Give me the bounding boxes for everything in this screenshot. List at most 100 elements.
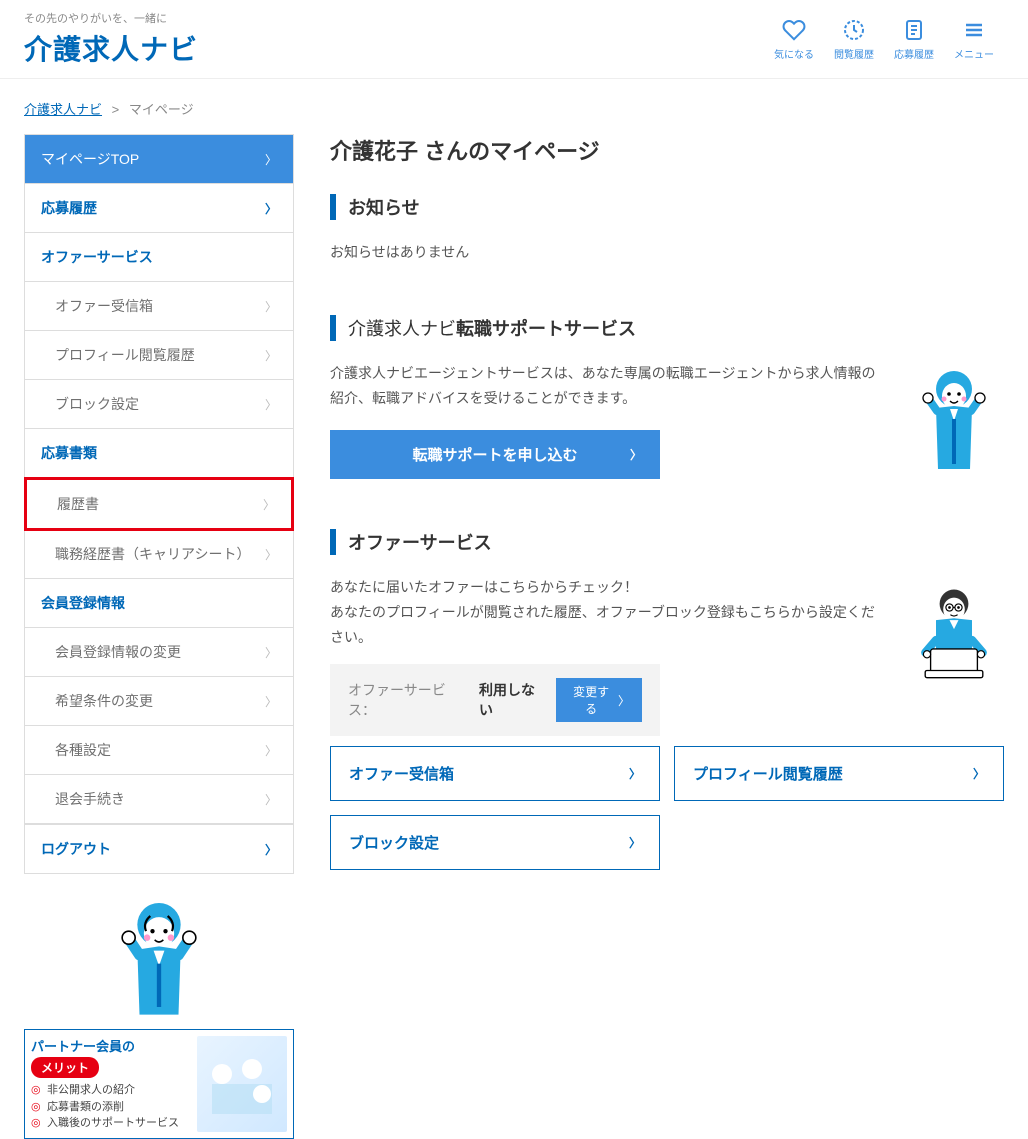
sidebar-item-profile-history[interactable]: プロフィール閲覧履歴 〉 (25, 331, 293, 380)
news-section: お知らせ お知らせはありません (330, 194, 1004, 265)
clock-icon (842, 18, 866, 42)
section-title: 介護求人ナビ転職サポートサービス (348, 315, 636, 341)
offer-desc-2: あなたのプロフィールが閲覧された履歴、オファーブロック登録もこちらから設定くださ… (330, 600, 884, 650)
section-title-bold: 転職サポートサービス (456, 319, 636, 339)
nav-label: メニュー (954, 46, 994, 61)
offer-section: オファーサービス あなたに届いたオファーはこちらからチェック！ あなたのプロフィ… (330, 529, 1004, 871)
menu-icon (962, 18, 986, 42)
sidebar-item-block-settings[interactable]: ブロック設定 〉 (25, 380, 293, 429)
sidebar-label: 各種設定 (55, 740, 111, 760)
nav-applications[interactable]: 応募履歴 (884, 14, 944, 65)
breadcrumb: 介護求人ナビ > マイページ (0, 79, 1028, 134)
sidebar-label: 会員登録情報の変更 (55, 642, 181, 662)
chevron-right-icon: 〉 (265, 841, 277, 858)
nav-history[interactable]: 閲覧履歴 (824, 14, 884, 65)
sidebar-label: 会員登録情報 (41, 593, 125, 613)
chevron-right-icon: 〉 (265, 151, 277, 168)
nav-label: 応募履歴 (894, 46, 934, 61)
logo: 介護求人ナビ (24, 28, 198, 68)
breadcrumb-home[interactable]: 介護求人ナビ (24, 102, 102, 117)
sidebar-label: 応募履歴 (41, 198, 97, 218)
nav-label: 気になる (774, 46, 814, 61)
offer-status-value: 利用しない (479, 680, 546, 720)
woman-cheering-icon (104, 890, 214, 1020)
apply-support-button[interactable]: 転職サポートを申し込む 〉 (330, 430, 660, 479)
sidebar-item-documents[interactable]: 応募書類 (25, 429, 293, 478)
offer-status-box: オファーサービス： 利用しない 変更する 〉 (330, 664, 660, 736)
sidebar-label: オファーサービス (41, 247, 153, 267)
support-illustration (904, 361, 1004, 476)
breadcrumb-separator: > (112, 102, 120, 117)
chevron-right-icon: 〉 (265, 347, 277, 364)
section-bar-icon (330, 315, 336, 341)
change-offer-button[interactable]: 変更する 〉 (556, 678, 642, 722)
link-label: オファー受信箱 (349, 763, 454, 784)
header: その先のやりがいを、一緒に 介護求人ナビ 気になる 閲覧履歴 応募履歴 メニュー (0, 0, 1028, 79)
section-title-light: 介護求人ナビ (348, 319, 456, 339)
section-title: お知らせ (348, 194, 420, 220)
sidebar-item-offer-inbox[interactable]: オファー受信箱 〉 (25, 282, 293, 331)
sidebar-item-withdraw[interactable]: 退会手続き 〉 (25, 775, 293, 824)
section-bar-icon (330, 194, 336, 220)
link-label: ブロック設定 (349, 832, 439, 853)
chevron-right-icon: 〉 (263, 496, 275, 513)
sidebar-item-account-info[interactable]: 会員登録情報 (25, 579, 293, 628)
chevron-right-icon: 〉 (265, 546, 277, 563)
sidebar-label: 履歴書 (57, 494, 99, 514)
button-label: 変更する (568, 683, 614, 717)
sidebar-label: 職務経歴書（キャリアシート） (55, 544, 250, 564)
nav-favorites[interactable]: 気になる (764, 14, 824, 65)
chevron-right-icon: 〉 (629, 834, 641, 851)
block-settings-link[interactable]: ブロック設定 〉 (330, 815, 660, 870)
offer-illustration (904, 575, 1004, 690)
sidebar-item-offer-service[interactable]: オファーサービス (25, 233, 293, 282)
page-title: 介護花子 さんのマイページ (330, 134, 1004, 166)
sidebar-item-career-sheet[interactable]: 職務経歴書（キャリアシート） 〉 (25, 530, 293, 579)
sidebar-label: オファー受信箱 (55, 296, 153, 316)
breadcrumb-current: マイページ (129, 102, 194, 117)
logo-area[interactable]: その先のやりがいを、一緒に 介護求人ナビ (24, 10, 198, 68)
chevron-right-icon: 〉 (265, 742, 277, 759)
chevron-right-icon: 〉 (265, 200, 277, 217)
offer-status-label: オファーサービス： (348, 680, 469, 720)
side-nav: マイページTOP 〉 応募履歴 〉 オファーサービス オファー受信箱 〉 プロフ… (24, 134, 294, 874)
sidebar-item-top[interactable]: マイページTOP 〉 (25, 135, 293, 184)
woman-agent-icon (909, 361, 999, 471)
sidebar-item-logout[interactable]: ログアウト 〉 (25, 824, 293, 873)
section-bar-icon (330, 529, 336, 555)
sidebar-illustration (24, 874, 294, 1025)
sidebar-item-preferences-edit[interactable]: 希望条件の変更 〉 (25, 677, 293, 726)
profile-history-link[interactable]: プロフィール閲覧履歴 〉 (674, 746, 1004, 801)
nav-label: 閲覧履歴 (834, 46, 874, 61)
chevron-right-icon: 〉 (265, 791, 277, 808)
news-empty: お知らせはありません (330, 240, 1004, 265)
partner-image (197, 1036, 287, 1132)
support-desc: 介護求人ナビエージェントサービスは、あなた専属の転職エージェントから求人情報の紹… (330, 361, 884, 411)
chevron-right-icon: 〉 (265, 644, 277, 661)
partner-banner[interactable]: パートナー会員の メリット 非公開求人の紹介 応募書類の添削 入職後のサポートサ… (24, 1029, 294, 1139)
sidebar-label: 応募書類 (41, 443, 97, 463)
chevron-right-icon: 〉 (265, 693, 277, 710)
sidebar-label: マイページTOP (41, 149, 139, 169)
partner-list: 非公開求人の紹介 応募書類の添削 入職後のサポートサービス (31, 1082, 197, 1132)
link-label: プロフィール閲覧履歴 (693, 763, 843, 784)
tagline: その先のやりがいを、一緒に (24, 10, 198, 26)
offer-inbox-link[interactable]: オファー受信箱 〉 (330, 746, 660, 801)
sidebar-item-account-edit[interactable]: 会員登録情報の変更 〉 (25, 628, 293, 677)
sidebar-label: ログアウト (41, 839, 111, 859)
chevron-right-icon: 〉 (973, 765, 985, 782)
partner-list-item: 入職後のサポートサービス (31, 1115, 197, 1132)
chevron-right-icon: 〉 (265, 298, 277, 315)
sidebar-item-settings[interactable]: 各種設定 〉 (25, 726, 293, 775)
nav-menu[interactable]: メニュー (944, 14, 1004, 65)
sidebar-item-applications[interactable]: 応募履歴 〉 (25, 184, 293, 233)
offer-links: オファー受信箱 〉 プロフィール閲覧履歴 〉 ブロック設定 〉 (330, 746, 1004, 870)
chevron-right-icon: 〉 (618, 692, 630, 709)
sidebar-label: 希望条件の変更 (55, 691, 153, 711)
sidebar-item-resume[interactable]: 履歴書 〉 (24, 477, 294, 531)
document-icon (902, 18, 926, 42)
chevron-right-icon: 〉 (630, 446, 642, 463)
chevron-right-icon: 〉 (265, 396, 277, 413)
chevron-right-icon: 〉 (629, 765, 641, 782)
partner-title: パートナー会員の (31, 1036, 197, 1055)
